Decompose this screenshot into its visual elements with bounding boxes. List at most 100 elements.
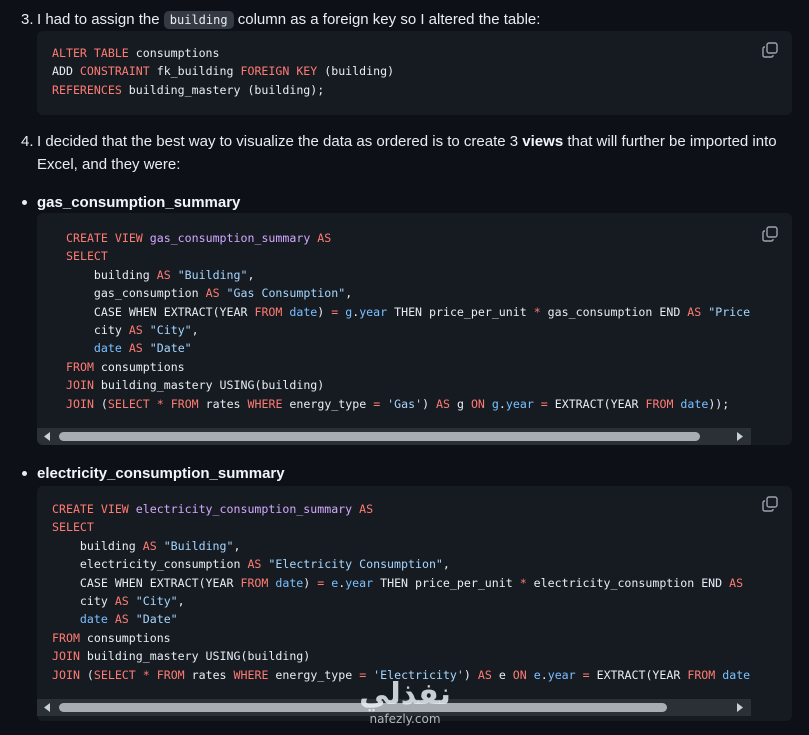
code-token: THEN price_per_unit <box>373 575 520 590</box>
code-token: FROM <box>66 359 94 374</box>
watermark-arabic: نفذلي <box>359 677 451 712</box>
inline-code-building: building <box>163 11 234 29</box>
code-token: ALTER TABLE <box>52 46 129 60</box>
code-line: SELECT <box>66 247 750 265</box>
code-block-gas-view[interactable]: CREATE VIEW gas_consumption_summary AS SE… <box>37 213 792 445</box>
code-token: e <box>526 667 541 682</box>
code-token: , <box>191 323 199 338</box>
code-content: CREATE VIEW gas_consumption_summary AS SE… <box>66 229 750 413</box>
code-token: AS <box>142 538 157 553</box>
code-token: ) <box>463 667 478 682</box>
code-token: consumptions <box>79 630 171 645</box>
code-token: building_mastery USING(building) <box>79 649 311 664</box>
code-token: fk_building <box>149 64 241 79</box>
code-line: building AS "Building", <box>52 537 750 555</box>
code-token: building <box>66 267 157 282</box>
copy-icon[interactable] <box>762 496 778 512</box>
code-token: FROM <box>149 667 185 682</box>
code-token: SELECT <box>93 667 136 682</box>
code-token: THEN price_per_unit <box>387 304 534 319</box>
code-line: gas_consumption AS "Gas Consumption", <box>66 284 750 302</box>
step-number: 3. <box>21 11 34 28</box>
scrollbar-thumb[interactable] <box>59 432 700 441</box>
code-token: )); <box>708 396 730 411</box>
code-token: FROM <box>240 575 269 590</box>
code-token: electricity_consumption <box>52 557 248 572</box>
code-token: "Price <box>701 304 751 319</box>
code-line: CASE WHEN EXTRACT(YEAR FROM date) = g.ye… <box>66 303 750 321</box>
code-block-alter-table[interactable]: ALTER TABLE consumptions ADD CONSTRAINT f… <box>37 31 792 115</box>
code-token: . <box>540 667 548 682</box>
code-token: FROM <box>645 396 674 411</box>
code-token: gas_consumption_summary <box>142 231 318 245</box>
code-token: AS <box>436 396 450 411</box>
code-token: rates <box>198 396 248 411</box>
triangle-left-icon[interactable] <box>39 428 56 445</box>
code-line: ADD CONSTRAINT fk_building FOREIGN KEY (… <box>52 62 394 80</box>
code-token: AS <box>128 341 143 356</box>
code-token: gas_consumption <box>66 286 206 301</box>
code-token: AS <box>687 304 702 319</box>
code-token: REFERENCES <box>52 82 122 97</box>
code-token: "Building" <box>156 538 234 553</box>
step-4-paragraph: 4. I decided that the best way to visual… <box>0 130 809 180</box>
code-line: JOIN building_mastery USING(building) <box>66 376 750 394</box>
triangle-right-icon[interactable] <box>731 428 748 445</box>
triangle-left-icon[interactable] <box>39 699 56 716</box>
code-token: AS <box>128 323 143 338</box>
code-token: year <box>505 396 534 411</box>
code-token: "City" <box>128 594 178 609</box>
code-token: AS <box>114 594 129 609</box>
code-token: WHERE <box>247 396 283 411</box>
bullet-label-gas: gas_consumption_summary <box>37 194 241 211</box>
code-token: = <box>533 396 548 411</box>
code-token: CREATE VIEW <box>66 231 143 245</box>
code-token: FROM <box>163 396 199 411</box>
code-line: city AS "City", <box>66 321 750 339</box>
code-token: JOIN <box>66 396 94 411</box>
code-token: year <box>345 575 374 590</box>
code-token: ) <box>422 396 437 411</box>
bold-views: views <box>522 133 564 150</box>
code-token: "Electricity Consumption" <box>261 557 443 572</box>
code-token: "City" <box>142 323 192 338</box>
code-line: date AS "Date" <box>52 610 750 628</box>
code-token: 'Gas' <box>380 396 423 411</box>
code-line: ALTER TABLE consumptions <box>52 44 394 62</box>
code-token: AS <box>156 267 171 282</box>
copy-icon[interactable] <box>762 226 778 242</box>
code-token: AS <box>205 286 220 301</box>
horizontal-scrollbar[interactable] <box>37 428 751 445</box>
triangle-right-icon[interactable] <box>731 699 748 716</box>
code-token: date <box>268 575 304 590</box>
code-token: "Date" <box>142 341 192 356</box>
code-token: SELECT <box>52 520 94 535</box>
code-line: electricity_consumption AS "Electricity … <box>52 555 750 573</box>
code-token: FOREIGN KEY <box>240 64 318 79</box>
code-token: city <box>66 323 129 338</box>
code-token: date <box>673 396 709 411</box>
code-token: . <box>498 396 506 411</box>
code-token: CREATE VIEW <box>52 502 129 516</box>
code-token: year <box>359 304 388 319</box>
code-token: ON <box>470 396 485 411</box>
code-token: date <box>282 304 318 319</box>
code-token: "Building" <box>170 267 248 282</box>
code-token: , <box>247 267 255 282</box>
nafezly-watermark: نفذلي nafezly.com <box>350 678 460 734</box>
code-token: ADD <box>52 64 80 79</box>
code-token: WHERE <box>233 667 269 682</box>
bullet-label-electricity: electricity_consumption_summary <box>37 465 285 482</box>
code-token: electricity_consumption END <box>526 575 730 590</box>
code-token: "Gas Consumption" <box>219 286 346 301</box>
code-token: building_mastery USING(building) <box>93 378 325 393</box>
copy-icon[interactable] <box>762 42 778 58</box>
code-token: energy_type <box>268 667 360 682</box>
code-token: gas_consumption END <box>540 304 688 319</box>
code-token: * <box>149 396 164 411</box>
step-number: 4. <box>21 133 34 150</box>
code-line: JOIN (SELECT * FROM rates WHERE energy_t… <box>66 395 750 413</box>
code-line: CREATE VIEW gas_consumption_summary AS <box>66 229 750 247</box>
code-line: FROM consumptions <box>52 629 750 647</box>
code-token: FROM <box>52 630 80 645</box>
